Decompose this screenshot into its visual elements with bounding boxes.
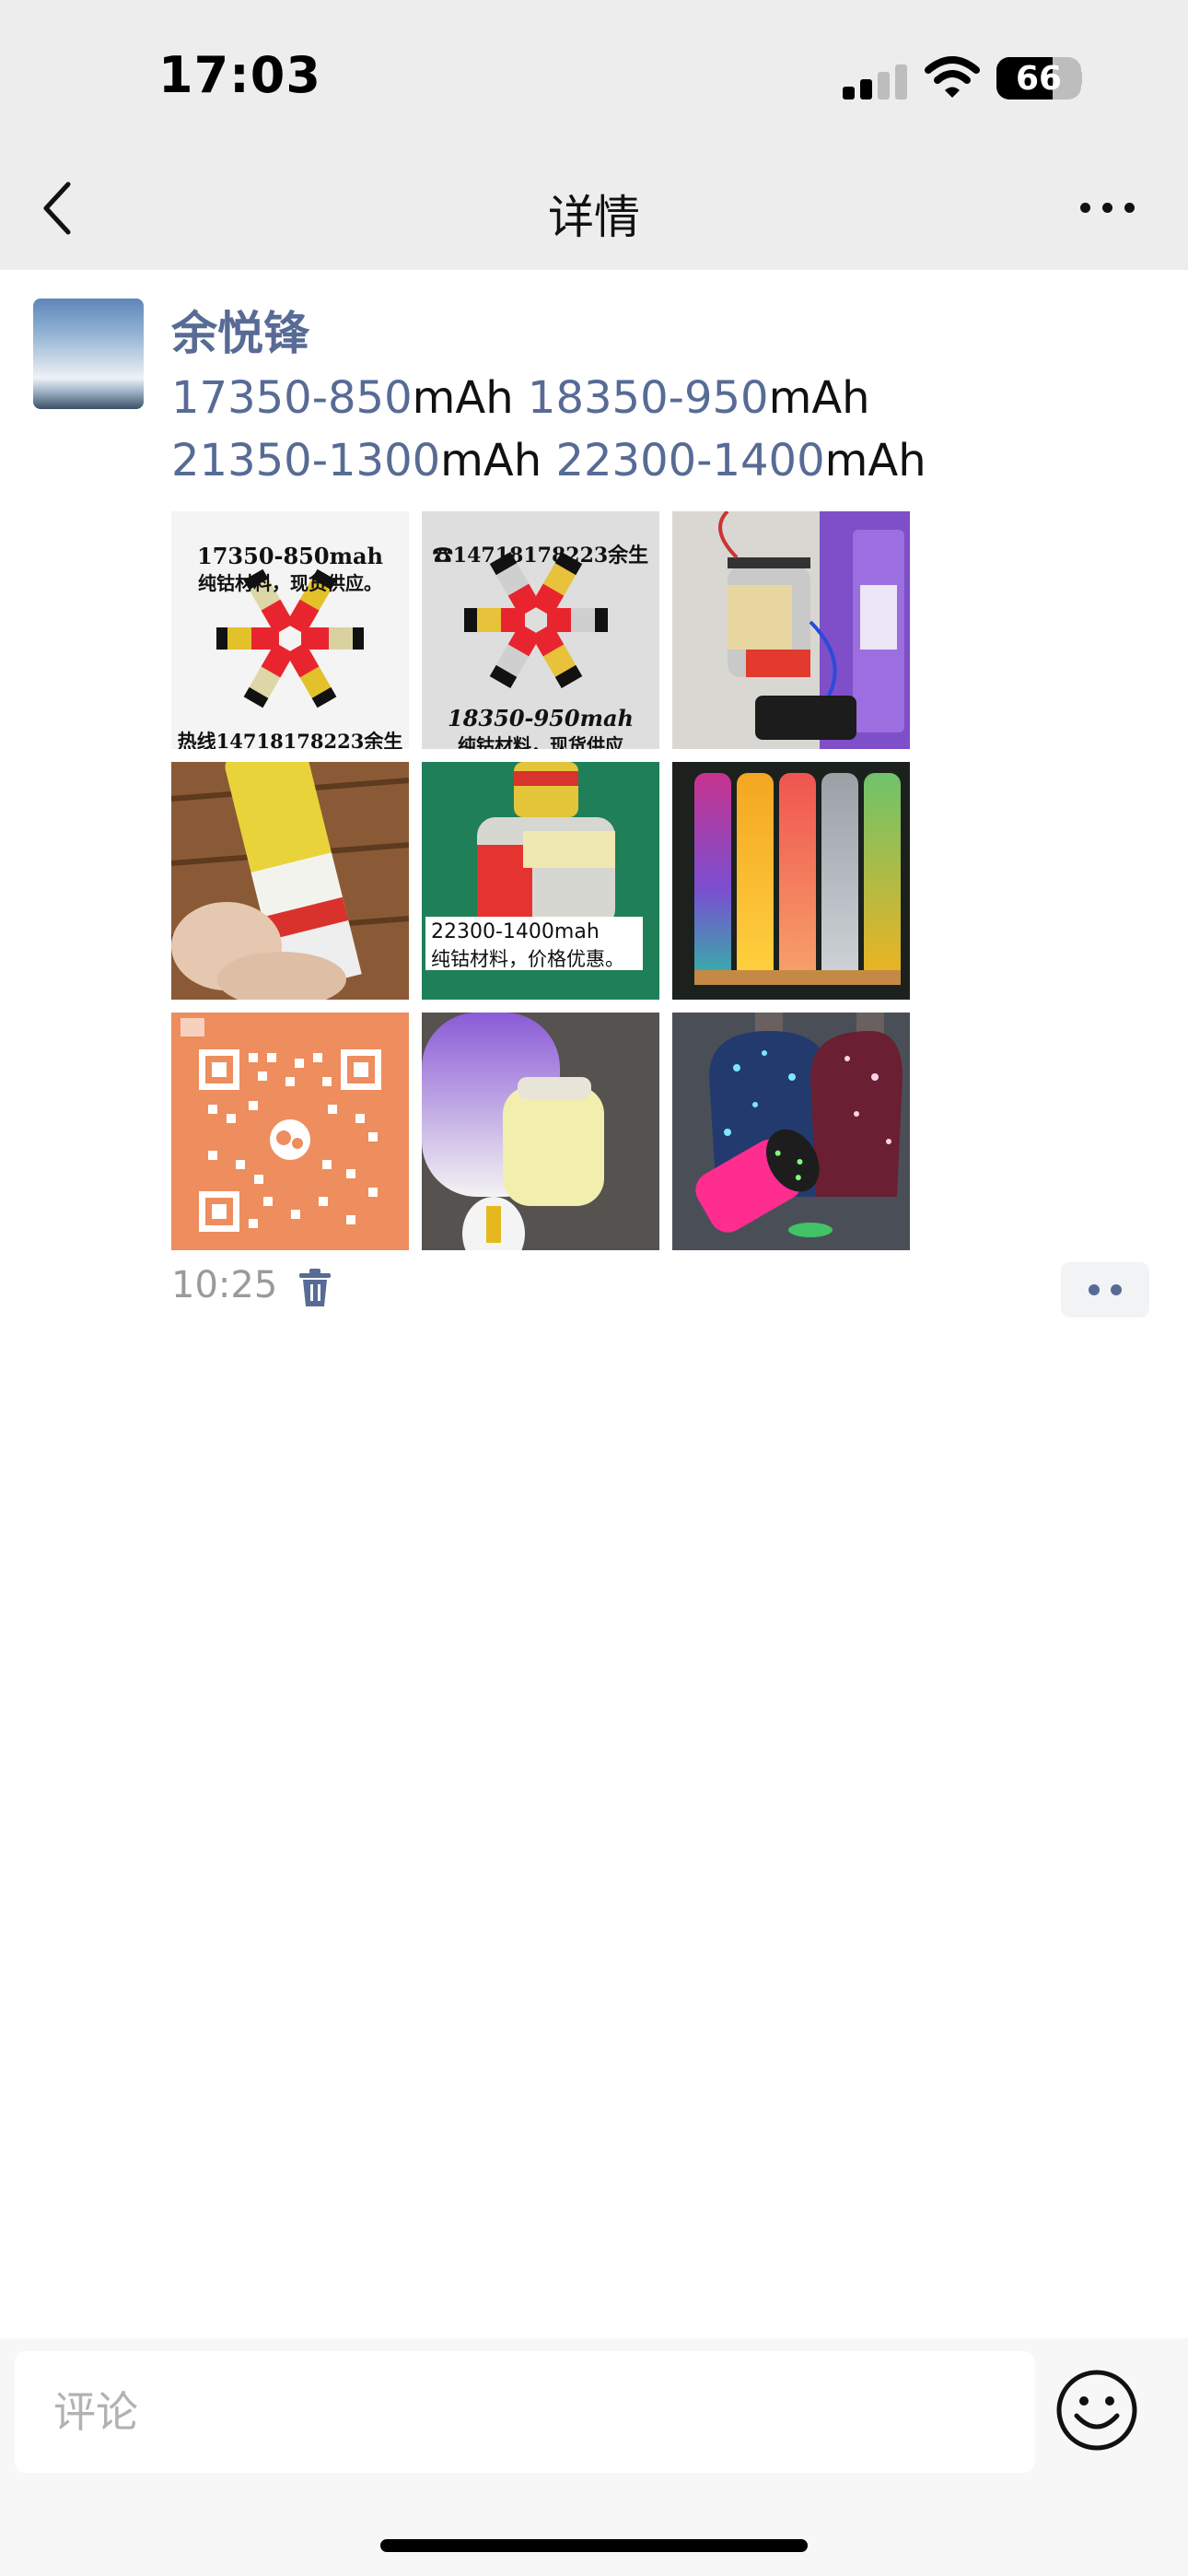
battery-percent: 66 (1015, 60, 1063, 98)
post-image-9[interactable] (672, 1013, 910, 1250)
image-caption: 18350-950mah (448, 705, 634, 732)
post-image-3[interactable] (672, 511, 910, 749)
image-caption: 热线14718178223余生 (177, 730, 403, 749)
emoji-icon[interactable] (1054, 2368, 1139, 2453)
delete-icon[interactable] (297, 1268, 333, 1308)
text-link[interactable]: 17350-850 (171, 372, 413, 424)
author-name[interactable]: 余悦锋 (171, 297, 309, 363)
image-caption: 纯钴材料，现货供应 (458, 734, 623, 749)
image-caption: 17350-850mah (197, 543, 383, 569)
post-image-6[interactable] (672, 762, 910, 1000)
status-time: 17:03 (158, 46, 321, 104)
post-image-5[interactable]: 22300-1400mah 纯钴材料，价格优惠。 (422, 762, 659, 1000)
text-segment: mAh (824, 435, 926, 486)
post-time: 10:25 (171, 1264, 278, 1306)
text-link[interactable]: 22300-1400 (555, 435, 824, 486)
cellular-signal-icon (843, 63, 907, 100)
avatar[interactable] (33, 299, 144, 409)
post-image-1[interactable]: 17350-850mah 纯钴材料，现货供应。 热线14718178223余生 (171, 511, 409, 749)
text-link[interactable]: 21350-1300 (171, 435, 440, 486)
post-actions-button[interactable] (1061, 1262, 1149, 1317)
home-indicator (380, 2539, 808, 2552)
battery-icon: 66 (996, 57, 1081, 100)
image-caption: 22300-1400mah (431, 920, 600, 943)
text-segment: mAh (440, 435, 556, 486)
image-caption: ☎14718178223余生 (432, 544, 649, 568)
text-segment: mAh (412, 372, 528, 424)
post-image-4[interactable] (171, 762, 409, 1000)
post-image-8[interactable] (422, 1013, 659, 1250)
image-grid: 17350-850mah 纯钴材料，现货供应。 热线14718178223余生 … (171, 511, 910, 1253)
battery-tip (1076, 70, 1082, 87)
wifi-icon (925, 56, 980, 98)
page-title: 详情 (548, 191, 640, 244)
more-options-button[interactable] (1077, 193, 1138, 221)
post-text: 17350-850mAh 18350-950mAh 21350-1300mAh … (171, 367, 1138, 492)
image-caption: 纯钴材料，价格优惠。 (431, 948, 624, 970)
text-segment: mAh (768, 372, 870, 424)
post-image-7[interactable] (171, 1013, 409, 1250)
post-image-2[interactable]: ☎14718178223余生 18350-950mah 纯钴材料，现货供应 (422, 511, 659, 749)
text-link[interactable]: 18350-950 (528, 372, 769, 424)
image-caption: 纯钴材料，现货供应。 (198, 572, 382, 594)
comment-input[interactable] (15, 2351, 1035, 2473)
